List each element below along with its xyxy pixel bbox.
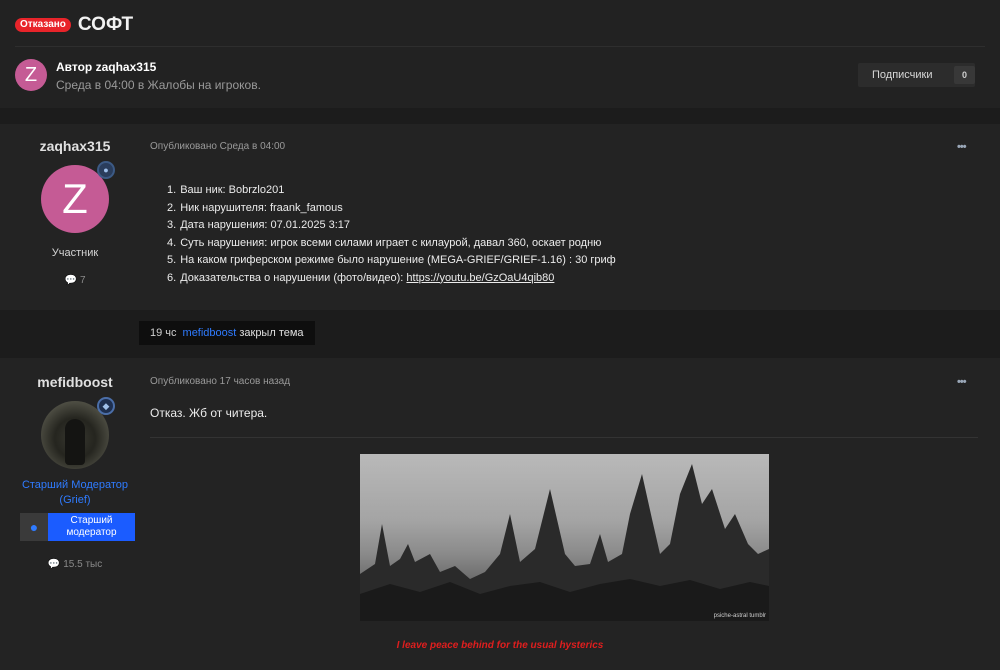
user-role-line: (Grief)	[59, 494, 91, 506]
user-role-line: Старший Модератор	[21, 479, 129, 491]
list-item: 5. На каком гриферском режиме было наруше…	[167, 254, 616, 266]
followers-label: Подписчики	[872, 69, 933, 81]
event-box: 19 чс mefidboost закрыл тема	[139, 321, 315, 345]
post-count[interactable]: 💬 15.5 тыс	[10, 559, 140, 570]
divider	[15, 46, 985, 47]
more-options-icon[interactable]: •••	[957, 376, 967, 388]
comment-icon: 💬	[47, 559, 61, 570]
signature-text: I leave peace behind for the usual hyste…	[396, 640, 604, 651]
post-count-value: 7	[79, 275, 86, 286]
username[interactable]: zaqhax315	[10, 138, 140, 154]
image-watermark: psiche-astral tumblr	[713, 613, 766, 619]
post-date[interactable]: Опубликовано Среда в 04:00	[150, 141, 285, 152]
user-role: Старший Модератор (Grief)	[10, 478, 140, 508]
event-action: закрыл тема	[239, 327, 304, 339]
post-count-value: 15.5 тыс	[63, 559, 103, 570]
followers-count: 0	[953, 66, 975, 84]
post: zaqhax315 Z ● Участник 💬 7 Опубликовано С…	[0, 124, 1000, 310]
title-row: Отказано СОФТ	[15, 14, 133, 36]
group-badge-text: Старший модератор	[48, 513, 135, 541]
avatar[interactable]: Z	[15, 59, 47, 91]
page-title: СОФТ	[77, 14, 134, 35]
post-count[interactable]: 💬 7	[10, 275, 140, 286]
topic-author[interactable]: Автор zaqhax315	[56, 60, 156, 74]
list-item: 2. Ник нарушителя: fraank_famous	[167, 201, 343, 214]
avatar-wrap: ◆	[41, 397, 115, 469]
post-text: Отказ. Жб от читера.	[150, 406, 268, 420]
post-author-panel: zaqhax315 Z ● Участник 💬 7	[10, 124, 140, 286]
username[interactable]: mefidboost	[10, 374, 140, 390]
post-author-panel: mefidboost ◆ Старший Модератор (Grief) ●…	[10, 358, 140, 570]
evidence-link[interactable]: https://youtu.be/GzOaU4qib80	[406, 272, 554, 284]
list-item: 3. Дата нарушения: 07.01.2025 3:17	[167, 219, 351, 231]
user-icon: ●	[20, 513, 48, 541]
topic-event: 19 чс mefidboost закрыл тема	[0, 310, 1000, 358]
comment-icon: 💬	[64, 275, 77, 286]
event-user-link[interactable]: mefidboost	[183, 327, 237, 339]
status-badge: Отказано	[15, 18, 71, 32]
complaint-list: 1. Ваш ник: Bobrzlo201 2. Ник нарушителя: …	[167, 182, 616, 287]
avatar-wrap: Z ●	[41, 161, 115, 233]
list-item: 1. Ваш ник: Bobrzlo201	[167, 184, 285, 196]
user-role: Участник	[51, 247, 99, 259]
list-item: 4. Суть нарушения: игрок всеми силами игр…	[167, 236, 602, 249]
shield-icon: ◆	[97, 397, 115, 415]
topic-header: Отказано СОФТ Z Автор zaqhax315 Среда в …	[0, 0, 1000, 108]
signature-divider	[150, 437, 978, 438]
post: mefidboost ◆ Старший Модератор (Grief) ●…	[0, 358, 1000, 670]
list-item: 6. Доказательства о нарушении (фото/видео…	[167, 271, 555, 284]
group-badge: ● Старший модератор	[20, 513, 135, 541]
forest-illustration	[360, 464, 769, 621]
topic-meta: Среда в 04:00 в Жалобы на игроков.	[56, 78, 261, 92]
more-options-icon[interactable]: •••	[957, 141, 967, 153]
signature-image: psiche-astral tumblr	[360, 454, 769, 621]
followers-button[interactable]: Подписчики 0	[858, 63, 975, 87]
event-time: 19 чс	[150, 327, 177, 339]
post-date[interactable]: Опубликовано 17 часов назад	[150, 376, 290, 387]
member-rank-icon: ●	[97, 161, 115, 179]
